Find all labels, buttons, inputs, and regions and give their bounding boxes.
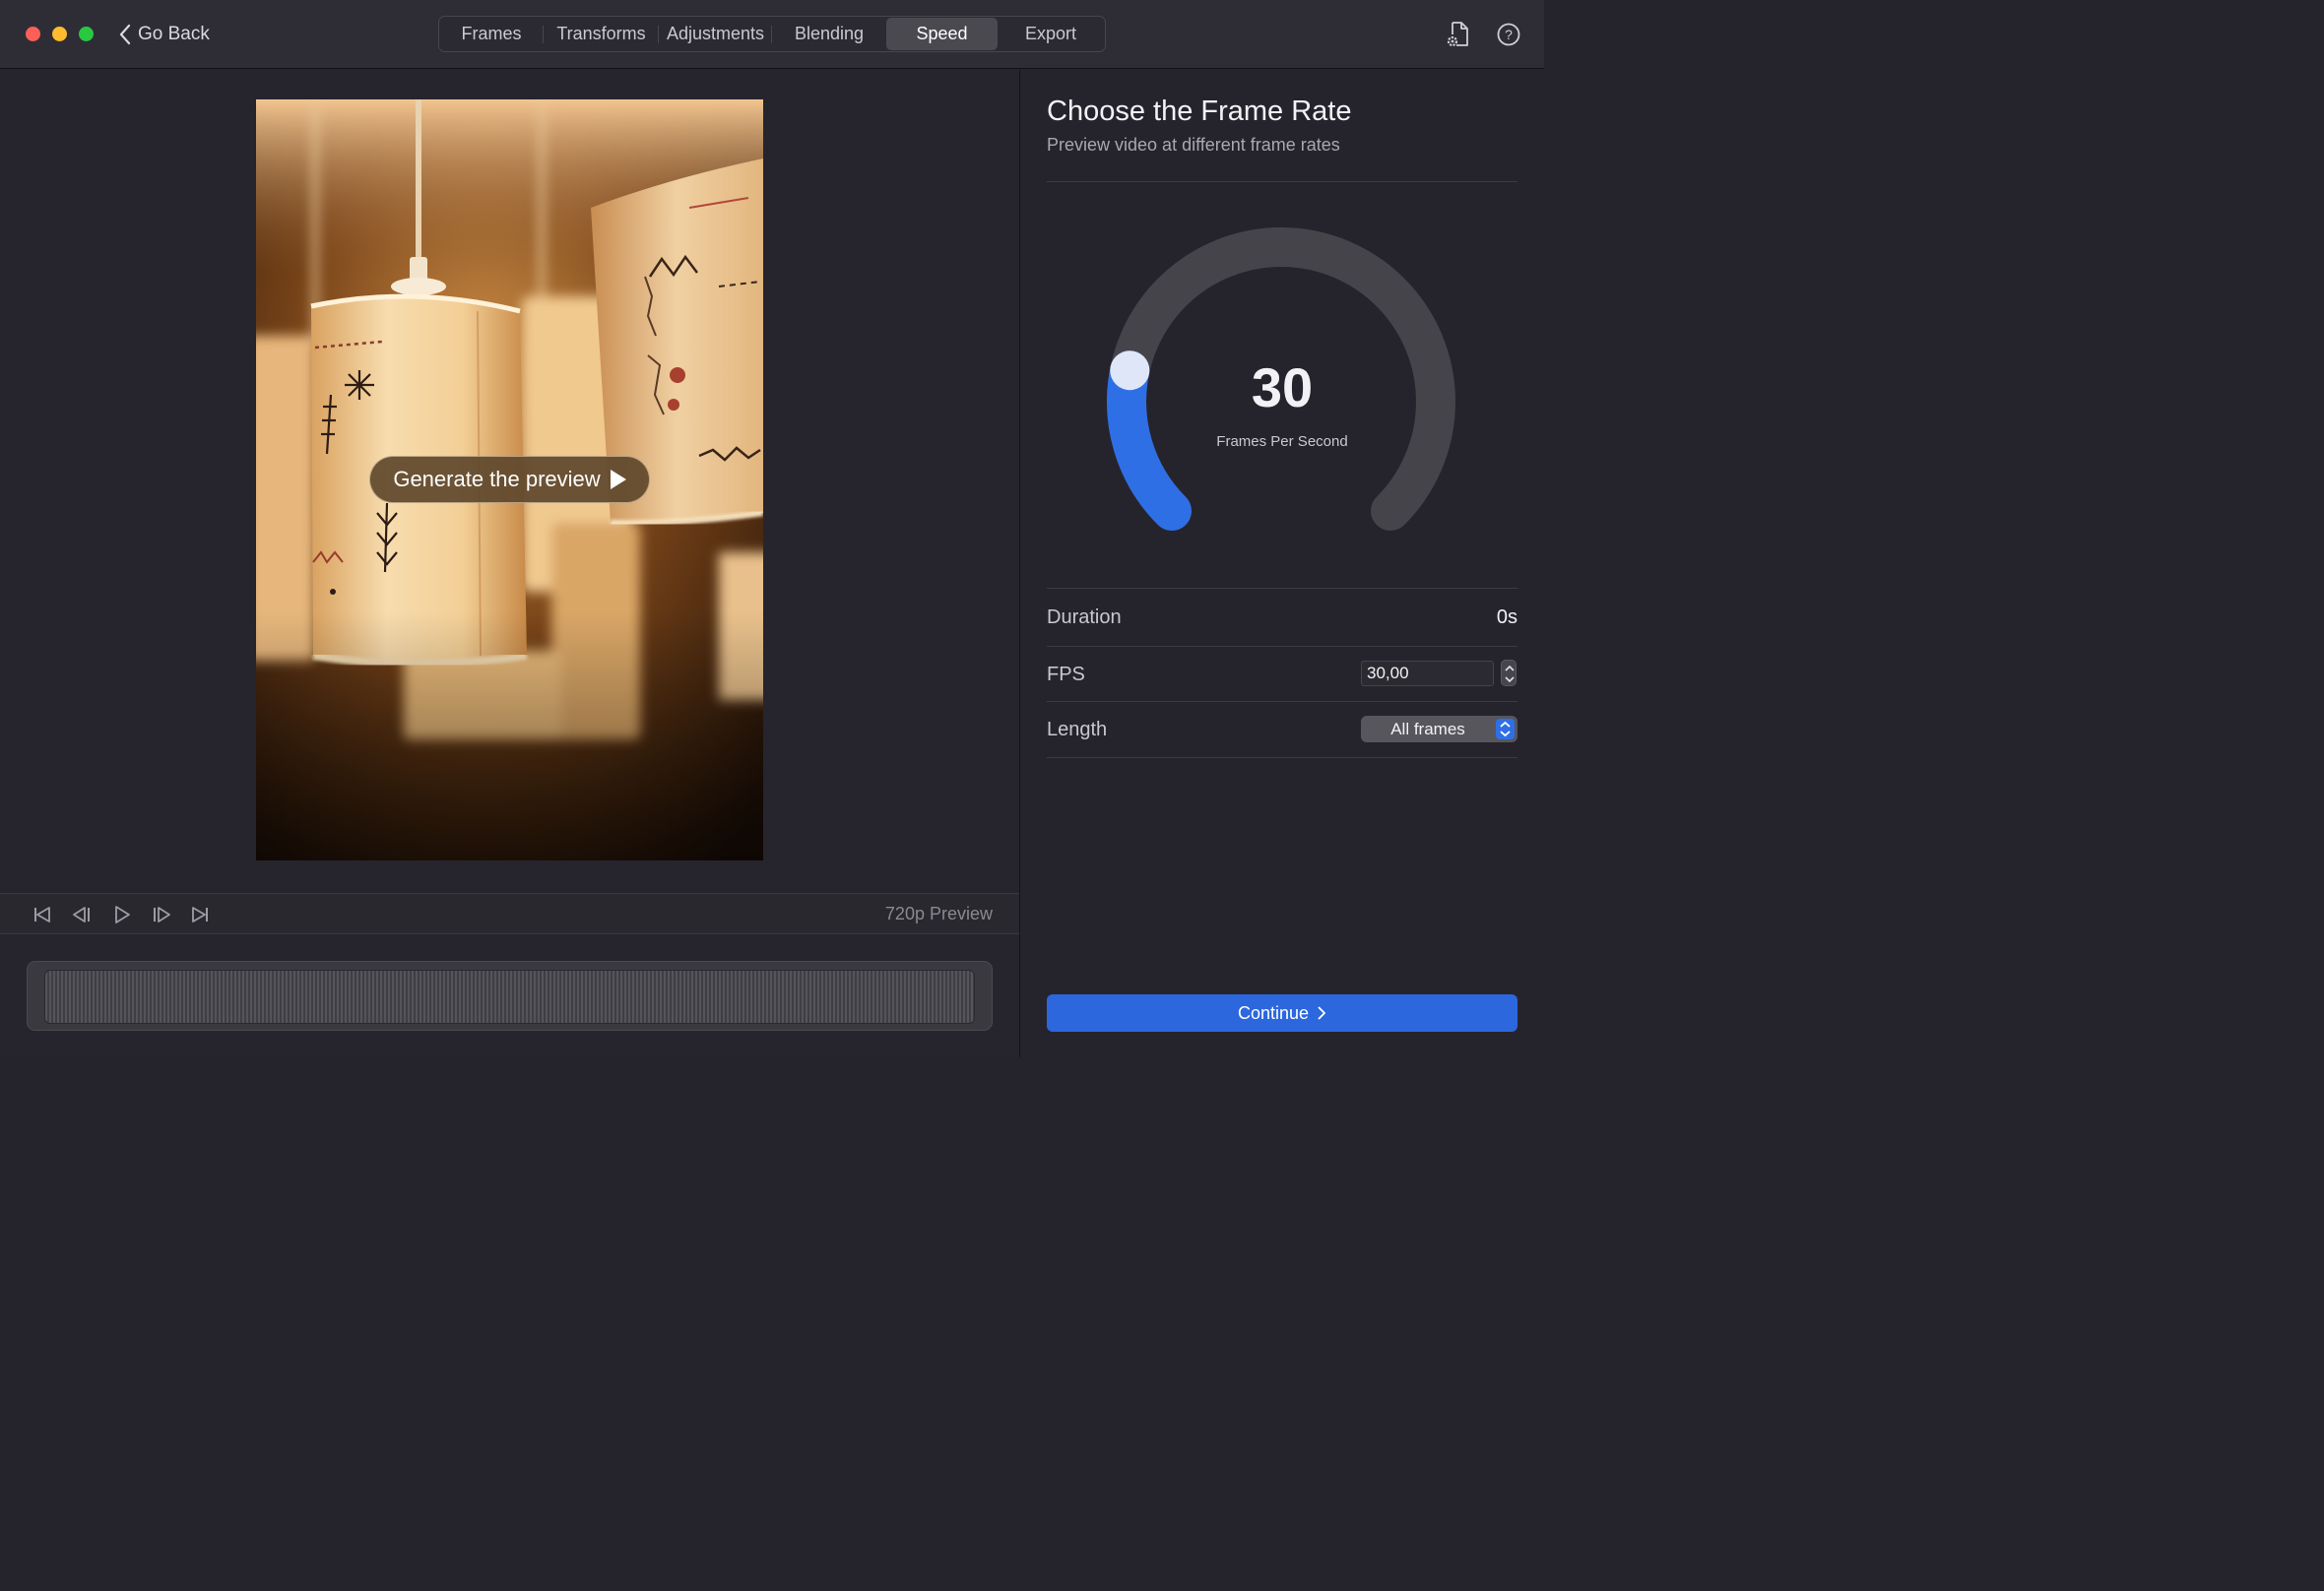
close-window-button[interactable] [26,27,40,41]
length-select-value: All frames [1390,720,1465,738]
duration-value: 0s [1496,606,1517,628]
minimize-window-button[interactable] [52,27,67,41]
divider [1047,757,1517,758]
divider [1047,588,1517,589]
document-settings-icon[interactable] [1444,20,1473,49]
tab-transforms[interactable]: Transforms [544,17,659,51]
help-icon[interactable]: ? [1494,20,1523,49]
up-down-chevron-icon [1496,719,1515,739]
fps-label: FPS [1047,664,1085,685]
go-back-label: Go Back [138,24,210,44]
skip-to-end-icon[interactable] [189,904,211,925]
play-icon[interactable] [111,904,133,925]
tab-blending[interactable]: Blending [772,17,886,51]
tab-label: Transforms [556,24,646,43]
tab-label: Frames [461,24,522,43]
duration-label: Duration [1047,606,1122,628]
generate-preview-label: Generate the preview [393,467,601,491]
tab-export[interactable]: Export [998,17,1104,51]
continue-button[interactable]: Continue [1047,994,1517,1032]
divider [1047,181,1517,182]
tab-label: Adjustments [666,24,765,43]
panel-subtitle: Preview video at different frame rates [1047,135,1340,155]
length-label: Length [1047,719,1108,740]
step-backward-icon[interactable] [71,904,93,925]
step-forward-icon[interactable] [151,904,172,925]
chevron-left-icon [119,24,131,45]
zoom-window-button[interactable] [79,27,94,41]
tab-label: Speed [916,24,968,43]
skip-to-start-icon[interactable] [32,904,53,925]
fps-value-display: 30 [1251,356,1314,418]
generate-preview-button[interactable]: Generate the preview [369,456,650,503]
play-icon [610,470,626,489]
length-select[interactable]: All frames [1361,716,1517,742]
divider [1047,646,1517,647]
svg-text:?: ? [1505,27,1513,42]
chevron-right-icon [1318,1006,1325,1020]
continue-label: Continue [1237,1002,1310,1023]
app-window: Go Back Frames Transforms Adjustments Bl… [0,0,1544,1057]
step-tabs: Frames Transforms Adjustments Blending S… [438,16,1106,52]
title-bar: Go Back Frames Transforms Adjustments Bl… [0,0,1544,69]
panel-title: Choose the Frame Rate [1047,95,1352,127]
fps-unit-label: Frames Per Second [1216,433,1348,450]
preview-quality-label: 720p Preview [884,904,993,923]
chevron-down-icon[interactable] [1505,676,1515,683]
chevron-up-icon[interactable] [1505,665,1515,671]
tab-frames[interactable]: Frames [439,17,544,51]
frame-timeline[interactable] [44,970,975,1024]
fps-input[interactable] [1361,661,1494,686]
fps-stepper[interactable] [1501,660,1517,686]
timeline-container [27,961,993,1031]
playback-controls: 720p Preview [0,893,1019,934]
tab-label: Export [1024,24,1077,43]
settings-panel: Choose the Frame Rate Preview video at d… [1020,70,1544,1057]
tab-label: Blending [794,24,865,43]
tab-speed[interactable]: Speed [886,18,998,50]
divider [1047,701,1517,702]
go-back-button[interactable]: Go Back [118,22,210,47]
tab-adjustments[interactable]: Adjustments [659,17,772,51]
